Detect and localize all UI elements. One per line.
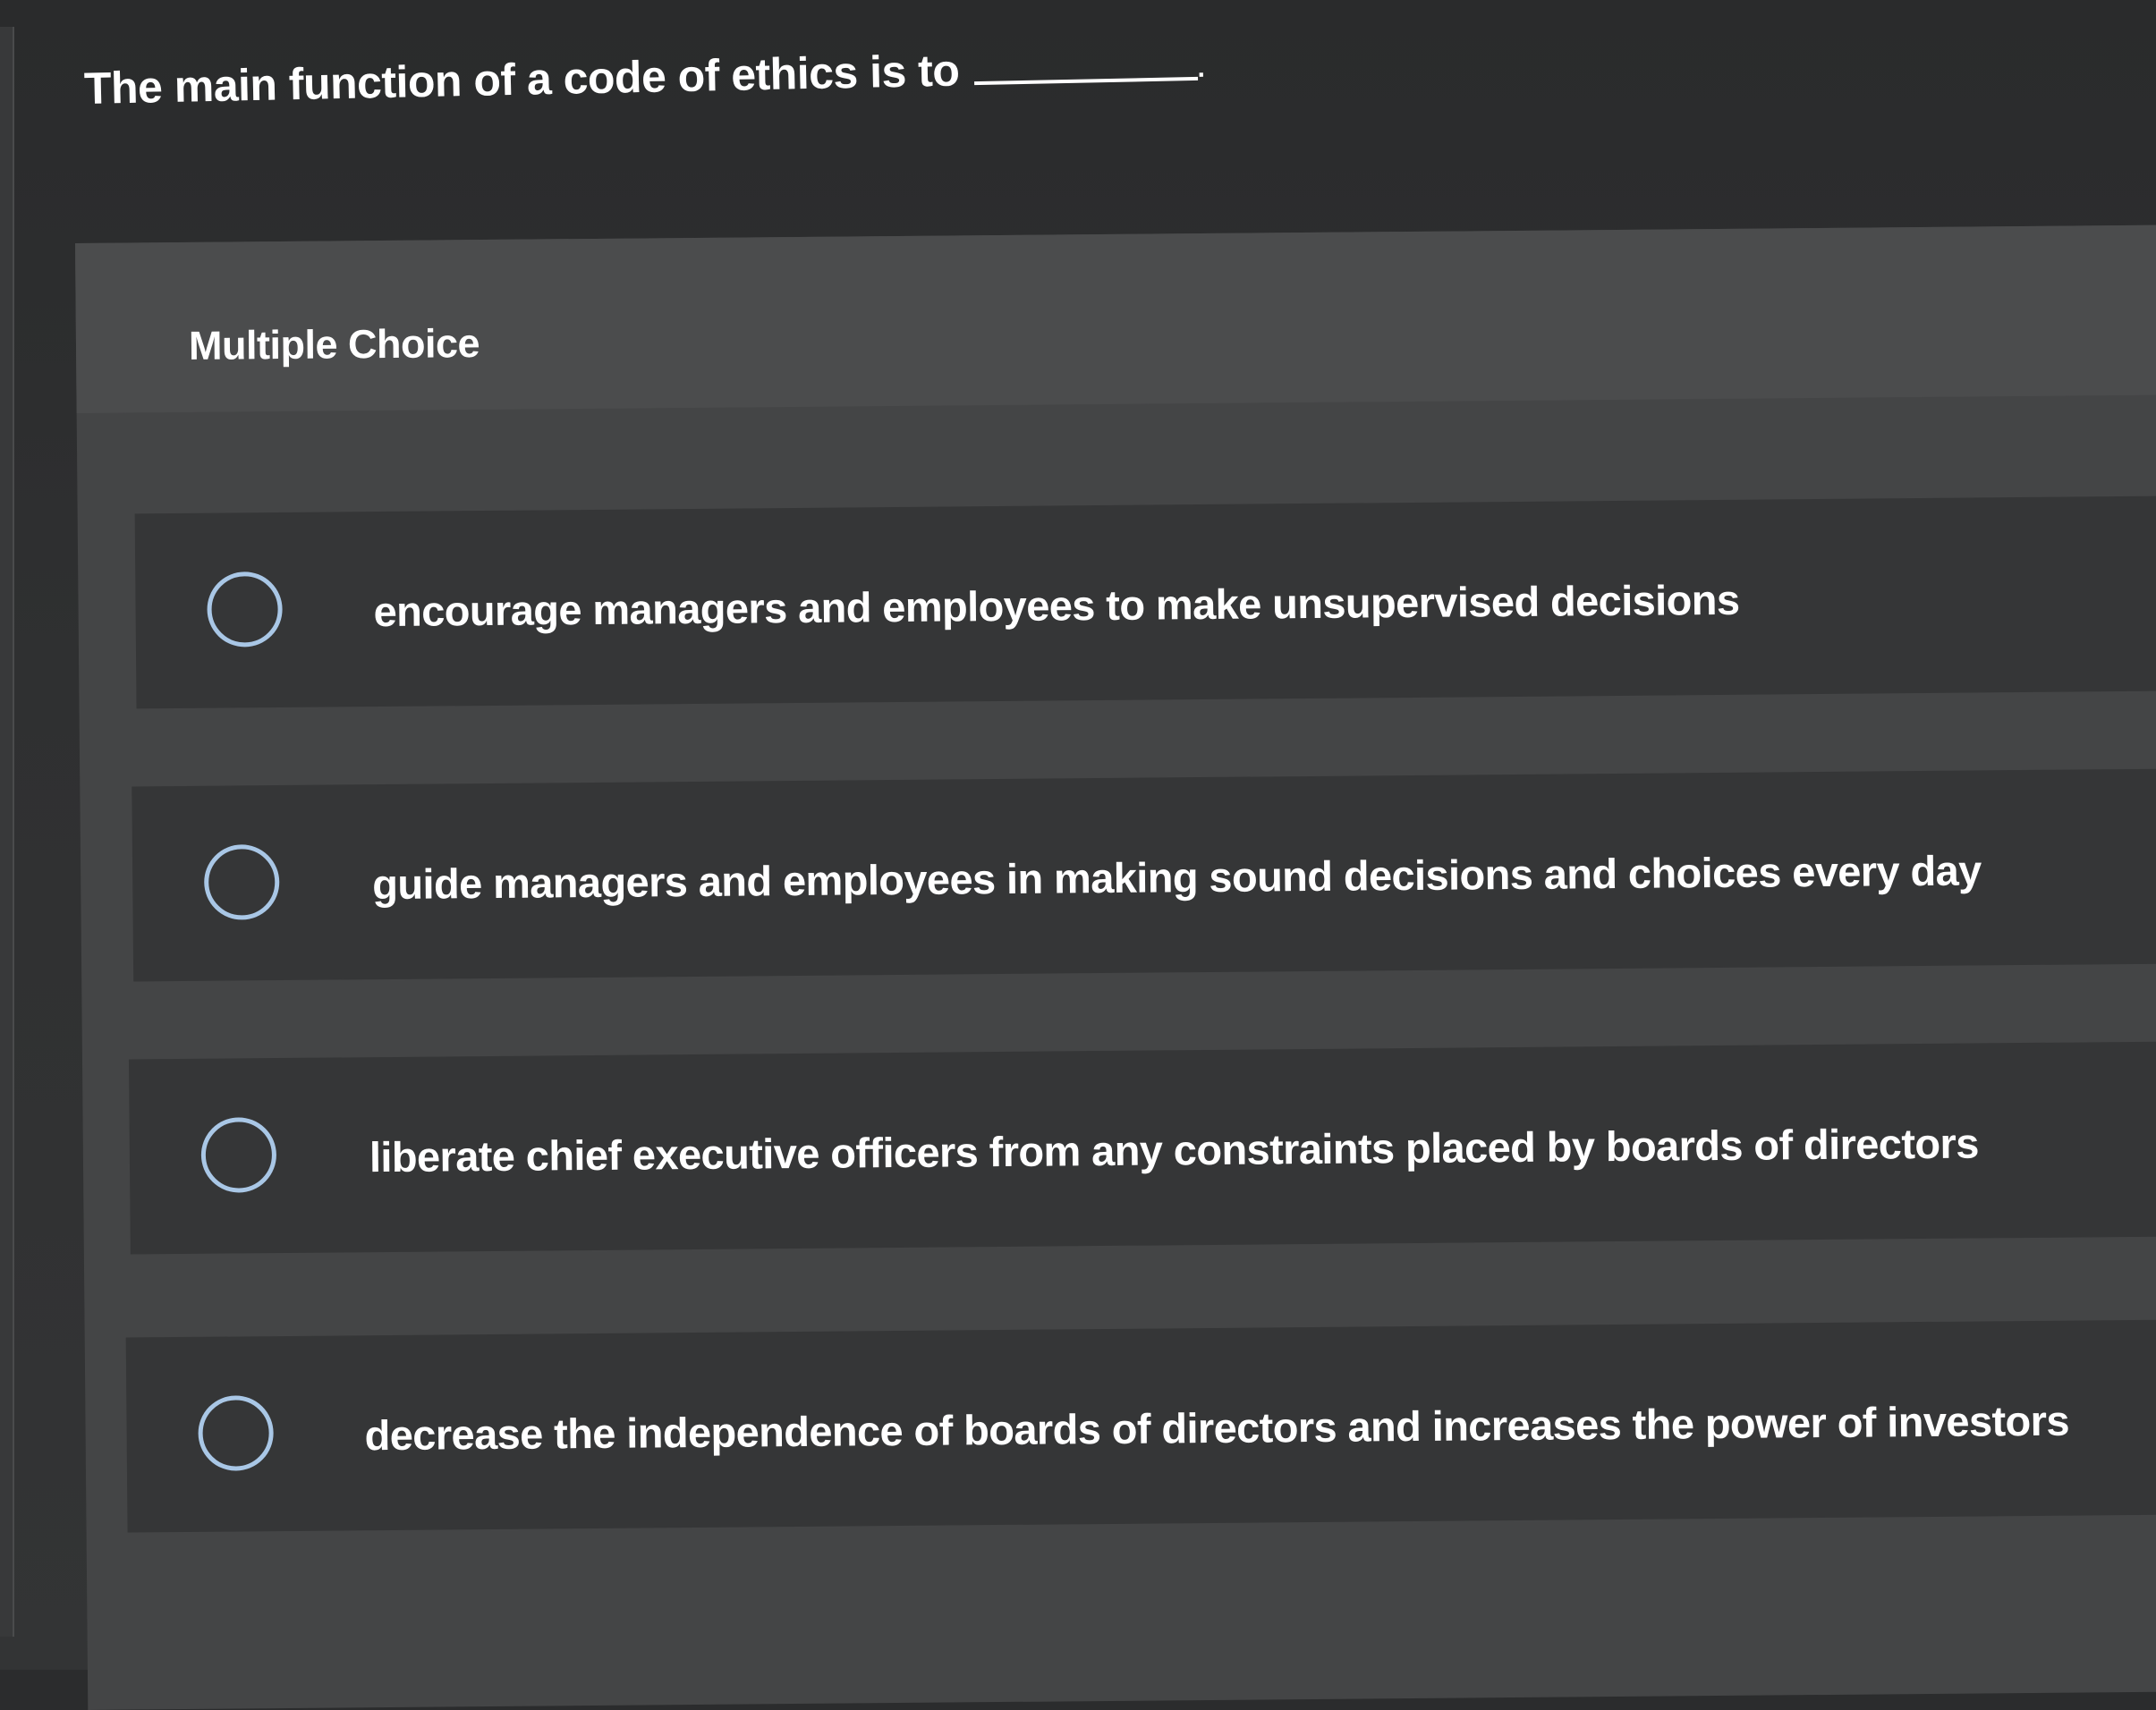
window-left-edge xyxy=(0,27,14,1637)
answer-option-label: encourage managers and employees to make… xyxy=(373,575,1740,636)
answer-option-label: decrease the independence of boards of d… xyxy=(364,1396,2070,1460)
answer-option-label: liberate chief executive officers from a… xyxy=(369,1119,1979,1181)
answer-option-3[interactable]: liberate chief executive officers from a… xyxy=(128,1041,2156,1255)
radio-button-icon[interactable] xyxy=(207,571,283,648)
question-text: The main function of a code of ethics is… xyxy=(83,45,960,114)
radio-button-icon[interactable] xyxy=(198,1395,274,1471)
multiple-choice-label: Multiple Choice xyxy=(188,320,480,368)
answer-panel: Multiple Choice encourage managers and e… xyxy=(75,224,2156,1710)
radio-button-icon[interactable] xyxy=(203,844,280,920)
question-prompt: The main function of a code of ethics is… xyxy=(83,37,1337,114)
answer-option-label: guide managers and employees in making s… xyxy=(372,846,1982,909)
answer-option-1[interactable]: encourage managers and employees to make… xyxy=(134,495,2156,709)
answer-option-4[interactable]: decrease the independence of boards of d… xyxy=(125,1319,2156,1533)
page: The main function of a code of ethics is… xyxy=(0,0,2156,1710)
radio-button-icon[interactable] xyxy=(200,1117,277,1193)
answer-option-2[interactable]: guide managers and employees in making s… xyxy=(132,768,2156,982)
question-blank-line xyxy=(973,76,1198,86)
answer-panel-header: Multiple Choice xyxy=(75,224,2156,413)
question-period: . xyxy=(1197,53,1205,83)
